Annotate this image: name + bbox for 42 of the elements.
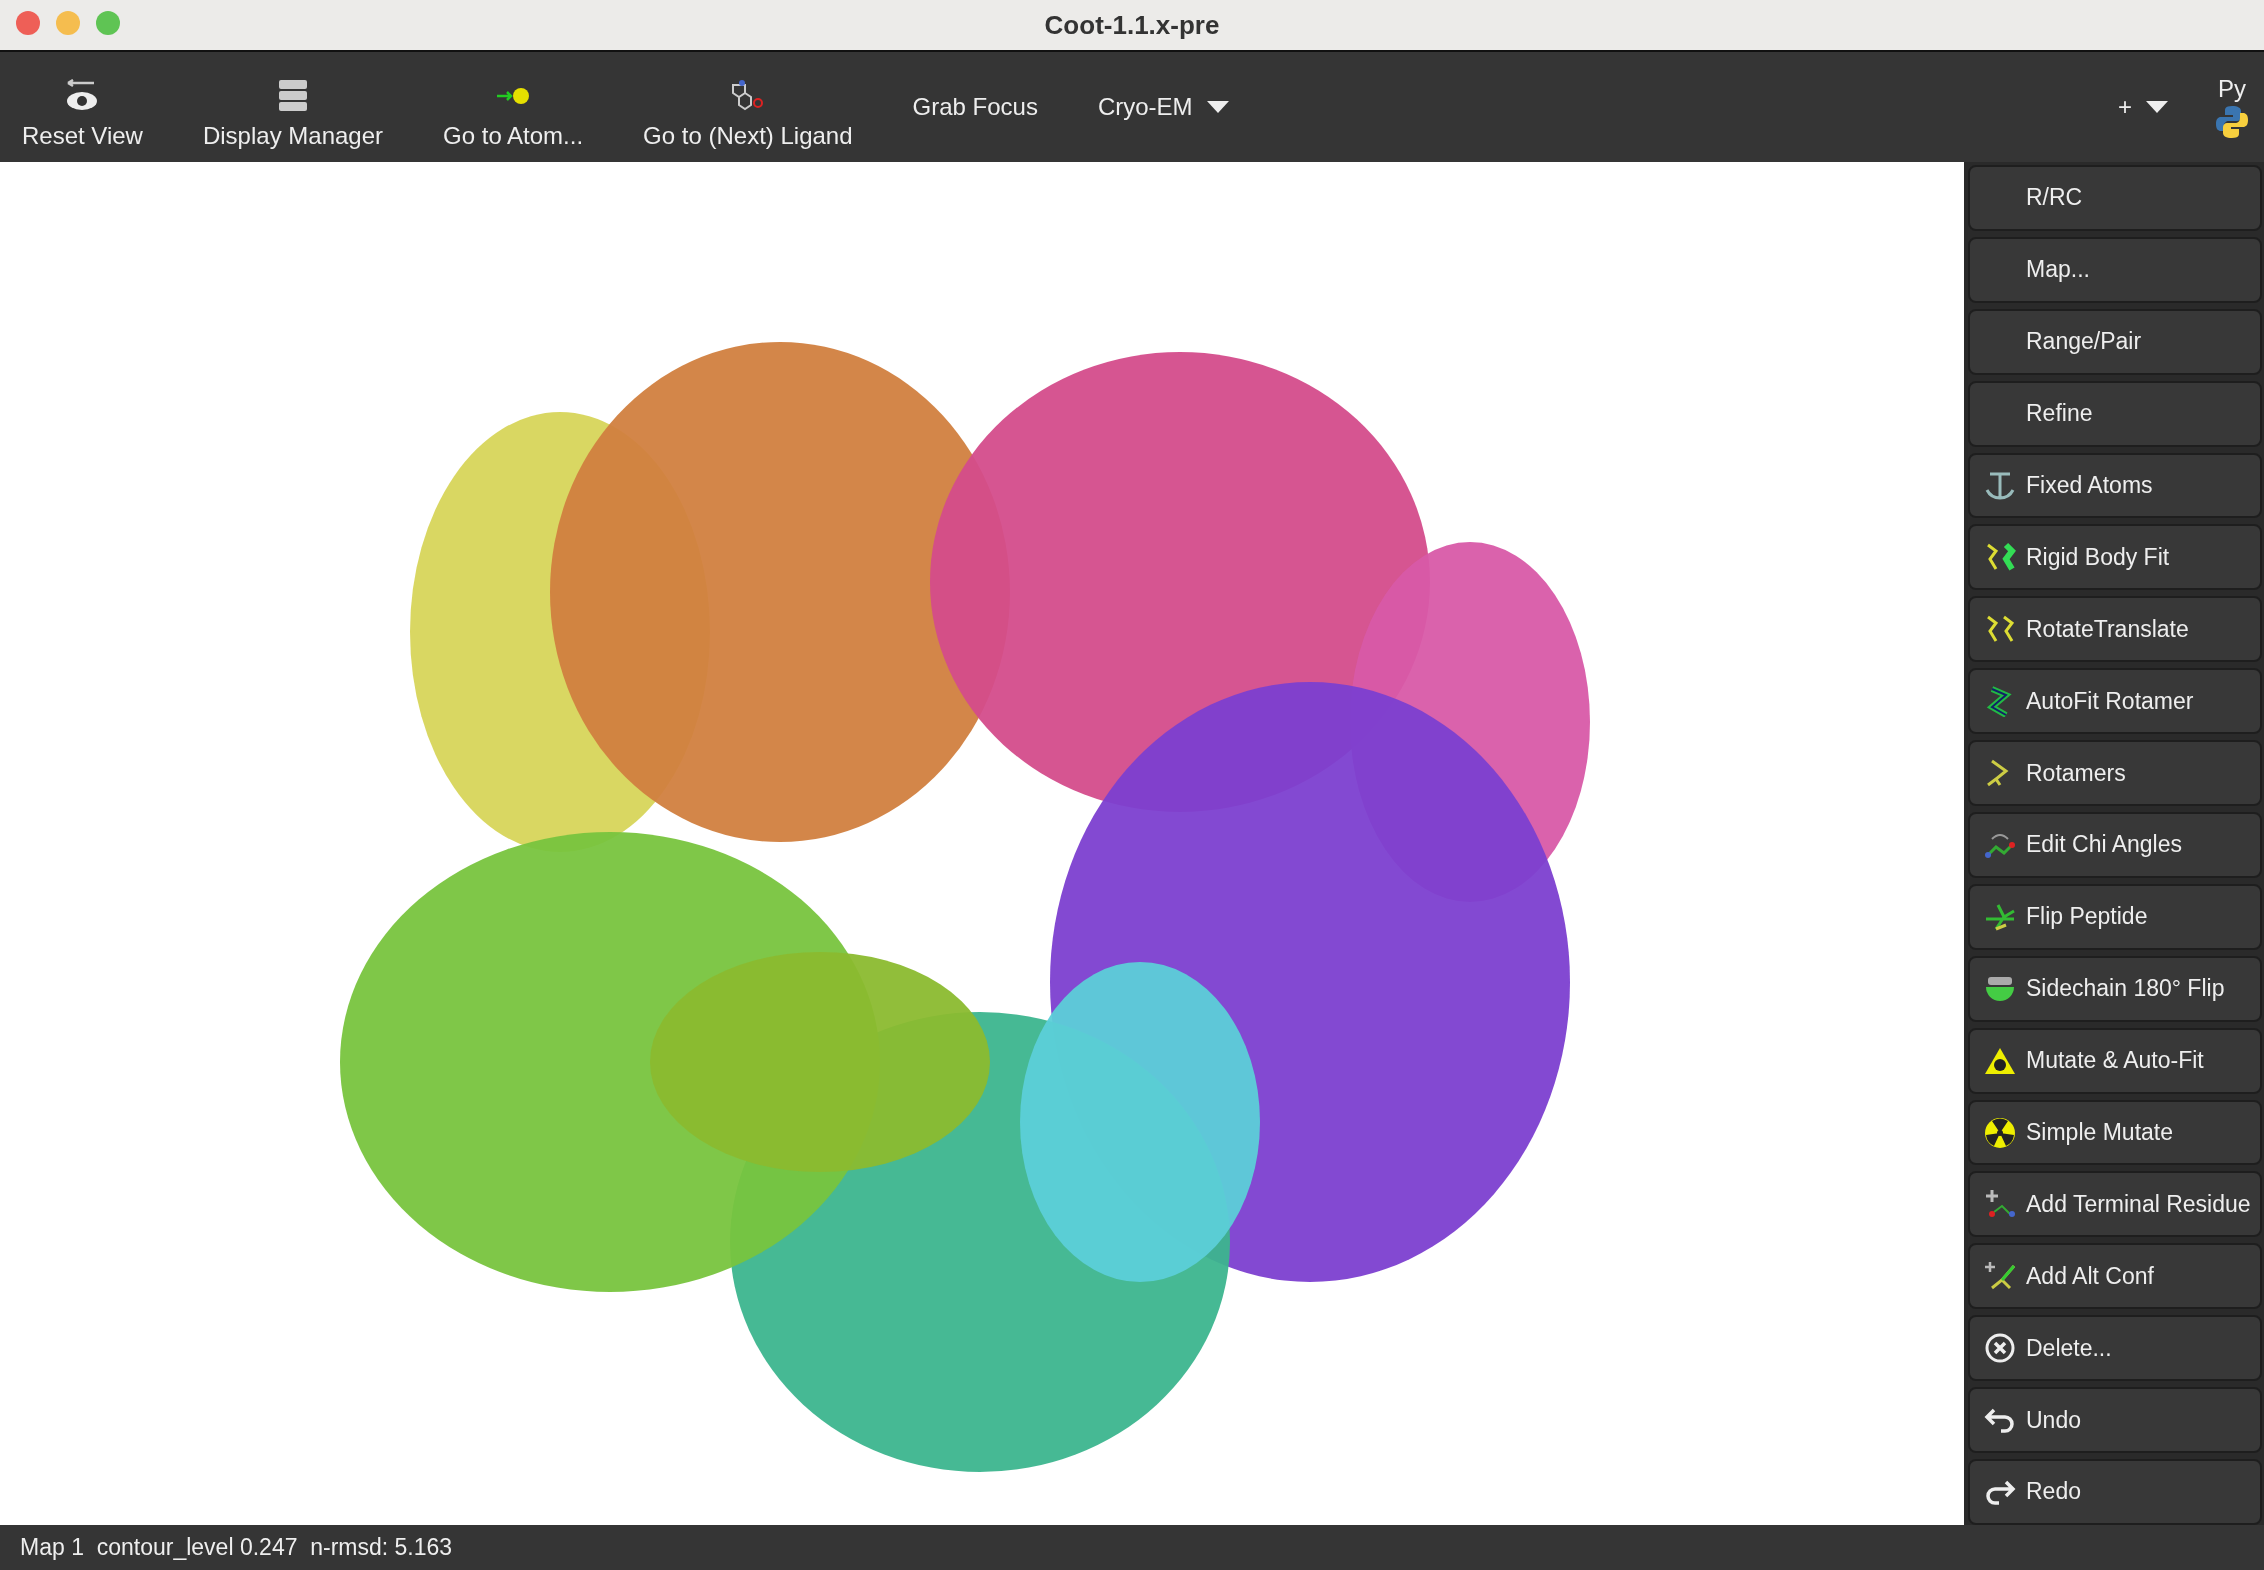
close-window-button[interactable] [16, 11, 40, 35]
toolbar-button[interactable]: Go to Atom... [435, 64, 592, 150]
radiation-icon [1984, 1116, 2016, 1149]
tool-button[interactable]: Rigid Body Fit [1968, 524, 2262, 591]
tool-button[interactable]: Sidechain 180° Flip [1968, 955, 2262, 1022]
undo-icon [1984, 1407, 2016, 1434]
tool-button[interactable]: Edit Chi Angles [1968, 812, 2262, 878]
status-text: Map 1 contour_level 0.247 n-rmsd: 5.163 [20, 1534, 453, 1561]
tool-button[interactable]: Simple Mutate [1968, 1099, 2262, 1166]
tool-button[interactable]: Rotamers [1968, 740, 2262, 806]
arrow-to-sphere-icon [495, 86, 532, 106]
tool-button[interactable]: Redo [1968, 1459, 2262, 1525]
stack-icon [278, 79, 308, 113]
tool-button[interactable]: AutoFit Rotamer [1968, 668, 2262, 735]
zoom-window-button[interactable] [96, 11, 120, 35]
toolbar-button[interactable]: Go to (Next) Ligand [635, 64, 861, 150]
tool-button[interactable]: Refine [1968, 380, 2262, 447]
add-menu-button[interactable]: + [2110, 93, 2176, 121]
window-title: Coot-1.1.x-pre [1044, 9, 1220, 41]
tool-button[interactable]: R/RC [1968, 165, 2262, 231]
toolbar-button[interactable]: Reset View [14, 64, 151, 150]
tool-button[interactable]: Map... [1968, 236, 2262, 303]
tool-button[interactable]: Mutate & Auto-Fit [1968, 1027, 2262, 1094]
python-logo-icon [2216, 105, 2248, 139]
ligand-icon [730, 79, 765, 113]
tool-button[interactable]: Delete... [1968, 1315, 2262, 1382]
toolbar-button[interactable]: Grab Focus [904, 64, 1046, 150]
tool-button[interactable]: Range/Pair [1968, 308, 2262, 375]
tool-button[interactable]: Flip Peptide [1968, 883, 2262, 950]
tool-button[interactable]: Add Terminal Residue [1968, 1171, 2262, 1238]
close-circle-icon [1984, 1332, 2016, 1365]
caret-icon [1206, 101, 1229, 113]
minimize-window-button[interactable] [56, 11, 80, 35]
toolbar-button[interactable]: Display Manager [194, 64, 392, 150]
redo-icon [1984, 1478, 2016, 1505]
tool-button[interactable]: Fixed Atoms [1968, 452, 2262, 519]
tool-button[interactable]: RotateTranslate [1968, 596, 2262, 663]
mode-dropdown[interactable]: Cryo-EM [1089, 93, 1237, 121]
tool-button[interactable]: Undo [1968, 1387, 2262, 1454]
python-button[interactable]: Py [2216, 75, 2248, 139]
tool-button[interactable]: Add Alt Conf [1968, 1243, 2262, 1310]
caret-icon [2146, 101, 2168, 113]
